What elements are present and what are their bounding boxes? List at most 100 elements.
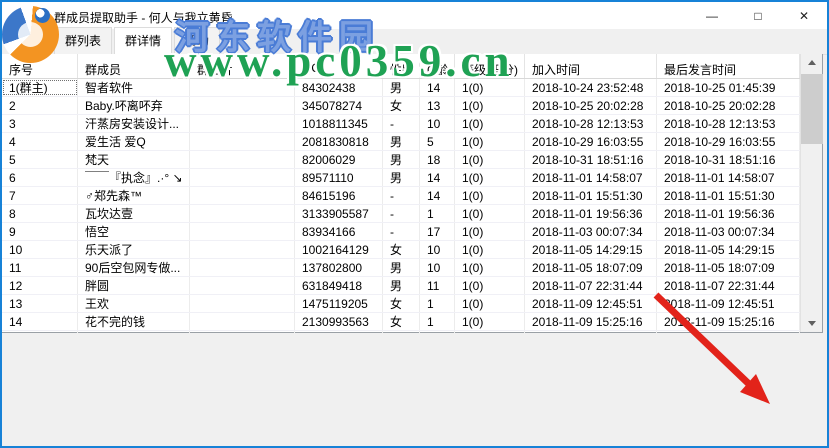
table-cell: 9 (2, 223, 78, 240)
table-cell: 花不完的钱 (78, 313, 190, 330)
table-row[interactable]: 3 汗蒸房安装设计... 1018811345-10 1(0) 2018-10-28 1… (2, 115, 800, 133)
table-cell: 男 (383, 169, 420, 186)
table-cell: 2018-10-31 18:51:16 (657, 151, 800, 168)
watermark-site-url: www.pc0359.cn (164, 36, 514, 86)
table-cell: 2 (2, 97, 78, 114)
table-row[interactable]: 11 90后空包网专做... 137802800 男 10 1(0) 2018-11-05 … (2, 259, 800, 277)
table-cell: 4 (2, 133, 78, 150)
table-cell: 82006029 (295, 151, 383, 168)
scrollbar-thumb[interactable] (801, 74, 823, 144)
table-cell: 1(0) (455, 151, 525, 168)
table-cell: 1(群主) (2, 79, 78, 96)
footer-panel: 群名: 群号: 群成员人数: 500/500 已加载: 40 加载40条 加载2… (2, 333, 827, 446)
table-cell: 1(0) (455, 97, 525, 114)
table-cell: 2018-11-01 14:58:07 (657, 169, 800, 186)
table-cell: 1 (420, 295, 455, 312)
table-cell: 631849418 (295, 277, 383, 294)
scroll-up-icon[interactable] (801, 54, 823, 71)
table-cell: 2018-10-29 16:03:55 (657, 133, 800, 150)
table-cell: 2130993563 (295, 313, 383, 330)
table-cell: 1 (420, 205, 455, 222)
table-cell: 王欢 (78, 295, 190, 312)
column-header-7[interactable]: 加入时间 (525, 54, 657, 78)
table-cell: 10 (420, 241, 455, 258)
table-cell: 12 (2, 277, 78, 294)
close-button[interactable]: ✕ (781, 2, 827, 29)
table-cell: 2018-11-01 19:56:36 (657, 205, 800, 222)
maximize-button[interactable]: □ (735, 2, 781, 29)
tab-1[interactable]: 群列表 (54, 27, 113, 54)
app-icon (35, 8, 50, 23)
table-cell: Baby.吥离吥弃 (78, 97, 190, 114)
table-cell: 1 (420, 313, 455, 330)
scroll-down-icon[interactable] (801, 315, 823, 332)
table-row[interactable]: 7 ♂郑先森™ 84615196-14 1(0) 2018-11-01 15:51:30… (2, 187, 800, 205)
table-cell: 2018-11-01 14:58:07 (525, 169, 657, 186)
table-cell: 18 (420, 151, 455, 168)
table-row[interactable]: 5 梵天 82006029 男 18 1(0) 2018-10-31 18:51:16 201… (2, 151, 800, 169)
table-cell: 84615196 (295, 187, 383, 204)
table-cell: 89571110 (295, 169, 383, 186)
table-cell: 14 (420, 187, 455, 204)
table-cell: 11 (2, 259, 78, 276)
table-row[interactable]: 2 Baby.吥离吥弃 345078274 女 13 1(0) 2018-10-25 20:… (2, 97, 800, 115)
table-cell: 瓦坎达壹 (78, 205, 190, 222)
table-cell: 14 (2, 313, 78, 330)
table-cell: 13 (2, 295, 78, 312)
table-cell: 梵天 (78, 151, 190, 168)
table-cell: 10 (420, 115, 455, 132)
table-cell: 2018-11-01 15:51:30 (525, 187, 657, 204)
table-cell: - (383, 223, 420, 240)
table-cell: 1(0) (455, 313, 525, 330)
table-cell: 胖圆 (78, 277, 190, 294)
table-cell: 女 (383, 97, 420, 114)
table-cell (190, 97, 295, 114)
table-cell: 8 (2, 205, 78, 222)
table-row[interactable]: 8 瓦坎达壹 3133905587-1 1(0) 2018-11-01 19:56:36… (2, 205, 800, 223)
table-row[interactable]: 14 花不完的钱 2130993563 女 1 1(0) 2018-11-09 15:25:… (2, 313, 800, 331)
table-cell (190, 169, 295, 186)
member-table: 序号 群成员 群名片 QQ 性别 Q龄 等级(积分) 加入时间 最后发言时间 1(群主) 智者软件… (2, 54, 823, 367)
table-row[interactable]: 10 乐天派了 1002164129 女 10 1(0) 2018-11-05 14:29:… (2, 241, 800, 259)
app-window: 群成员提取助手 - 何人与我立黄昏 — □ ✕ 登录群列表群详情帮助 序号群成员… (0, 0, 829, 448)
table-cell (190, 205, 295, 222)
table-cell: 男 (383, 277, 420, 294)
minimize-button[interactable]: — (689, 2, 735, 29)
table-cell: 2018-10-29 16:03:55 (525, 133, 657, 150)
table-cell: - (383, 115, 420, 132)
table-cell: 男 (383, 133, 420, 150)
table-cell: 男 (383, 259, 420, 276)
table-cell: 1(0) (455, 259, 525, 276)
table-cell: 17 (420, 223, 455, 240)
table-cell: 6 (2, 169, 78, 186)
table-cell: 7 (2, 187, 78, 204)
vertical-scrollbar[interactable] (800, 54, 823, 332)
table-cell: 11 (420, 277, 455, 294)
table-cell: 2018-11-01 19:56:36 (525, 205, 657, 222)
table-cell: 1(0) (455, 115, 525, 132)
table-cell: 2018-11-05 14:29:15 (657, 241, 800, 258)
table-row[interactable]: 6 ￣￣『执念』.·° ↘ 89571110 男 14 1(0) 2018-11-01 14… (2, 169, 800, 187)
table-cell: 乐天派了 (78, 241, 190, 258)
table-row[interactable]: 4 爱生活 爱Q 2081830818 男 5 1(0) 2018-10-29 16:03:… (2, 133, 800, 151)
table-cell (190, 313, 295, 330)
table-cell: 1(0) (455, 277, 525, 294)
table-cell: 10 (2, 241, 78, 258)
column-header-8[interactable]: 最后发言时间 (657, 54, 800, 78)
table-cell: 2018-11-05 18:07:09 (525, 259, 657, 276)
table-cell: 2018-11-09 12:45:51 (525, 295, 657, 312)
table-cell: - (383, 205, 420, 222)
table-cell: 1018811345 (295, 115, 383, 132)
table-cell: 1475119205 (295, 295, 383, 312)
table-row[interactable]: 13 王欢 1475119205 女 1 1(0) 2018-11-09 12:45:51 2… (2, 295, 800, 313)
table-cell: 2018-10-28 12:13:53 (657, 115, 800, 132)
table-cell: 1(0) (455, 133, 525, 150)
table-cell (190, 133, 295, 150)
table-cell: 2018-11-03 00:07:34 (657, 223, 800, 240)
table-cell: 10 (420, 259, 455, 276)
table-row[interactable]: 12 胖圆 631849418 男 11 1(0) 2018-11-07 22:31:44 2… (2, 277, 800, 295)
table-cell: 1(0) (455, 169, 525, 186)
table-row[interactable]: 9 悟空 83934166-17 1(0) 2018-11-03 00:07:34 201… (2, 223, 800, 241)
table-cell: 女 (383, 313, 420, 330)
table-cell (190, 295, 295, 312)
